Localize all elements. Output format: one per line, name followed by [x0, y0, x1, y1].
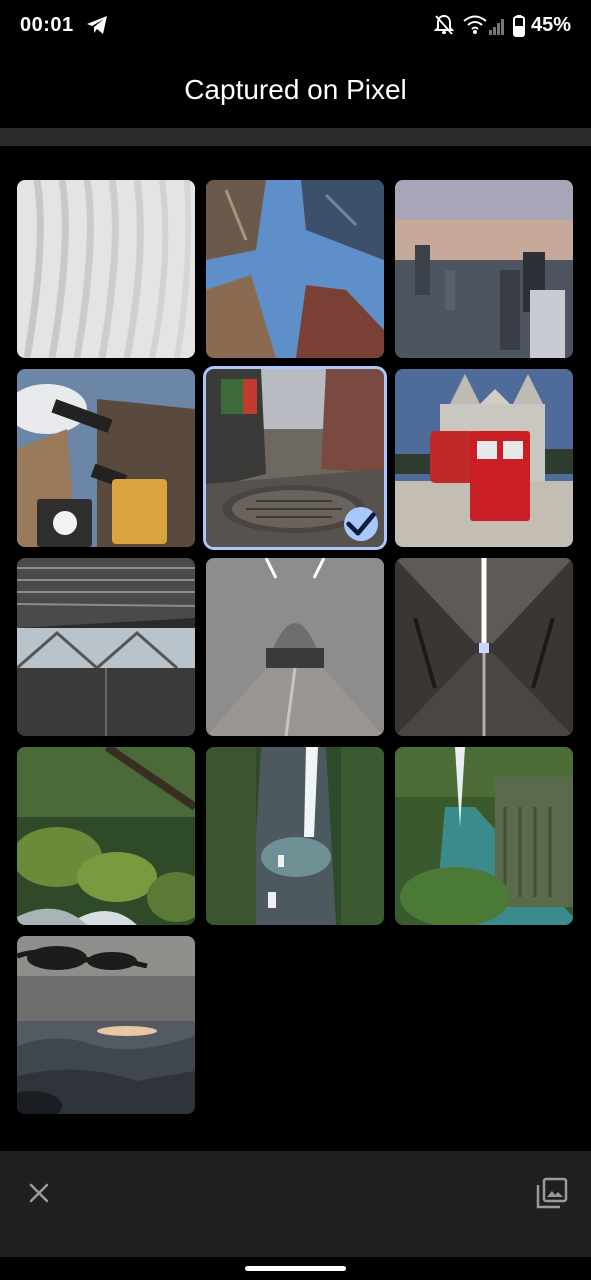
- page-title: Captured on Pixel: [184, 74, 407, 105]
- status-bar: 00:01 45%: [0, 0, 591, 54]
- home-gesture-handle[interactable]: [245, 1266, 346, 1271]
- browse-gallery-button[interactable]: [535, 1176, 569, 1210]
- check-icon: [346, 512, 376, 536]
- photo-thumbnail[interactable]: [395, 558, 573, 736]
- telegram-icon: [87, 16, 107, 34]
- status-time: 00:01: [20, 14, 74, 36]
- close-icon: [29, 1183, 49, 1203]
- notifications-off-icon: [434, 14, 454, 35]
- photo-thumbnail[interactable]: [17, 936, 195, 1114]
- battery-percent: 45%: [530, 14, 571, 36]
- navigation-bar: [0, 1257, 591, 1280]
- photo-thumbnail[interactable]: [206, 747, 384, 925]
- wifi-icon: [463, 15, 487, 34]
- photo-grid: [0, 146, 591, 1151]
- photo-thumbnail[interactable]: [395, 180, 573, 358]
- bottom-action-bar: [0, 1151, 591, 1257]
- header: Captured on Pixel: [0, 54, 591, 128]
- photo-thumbnail[interactable]: [17, 369, 195, 547]
- photo-thumbnail[interactable]: [206, 558, 384, 736]
- cell-signal-icon: [489, 19, 504, 35]
- photo-thumbnail-selected[interactable]: [206, 369, 384, 547]
- photo-thumbnail[interactable]: [17, 747, 195, 925]
- photo-thumbnail[interactable]: [395, 369, 573, 547]
- close-button[interactable]: [24, 1178, 54, 1208]
- header-divider: [0, 128, 591, 146]
- photo-library-icon: [536, 1177, 568, 1209]
- photo-thumbnail[interactable]: [17, 558, 195, 736]
- photo-thumbnail[interactable]: [17, 180, 195, 358]
- selected-check-badge: [344, 507, 378, 541]
- photo-thumbnail[interactable]: [206, 180, 384, 358]
- battery-icon: [513, 15, 525, 37]
- photo-thumbnail[interactable]: [395, 747, 573, 925]
